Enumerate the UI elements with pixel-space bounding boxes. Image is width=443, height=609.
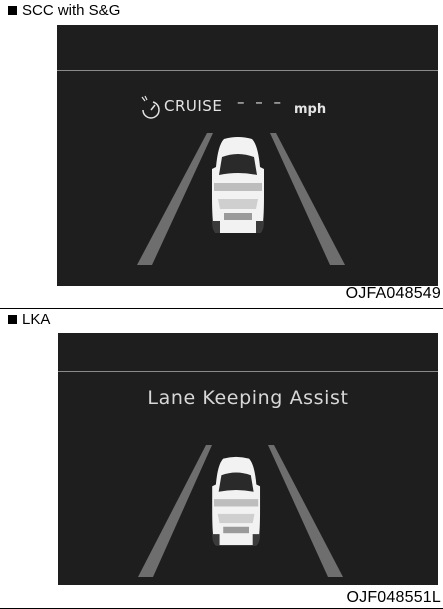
scc-caption: SCC with S&G	[8, 3, 120, 19]
scc-cluster-display: CRUISE – – – mph	[57, 25, 438, 286]
scc-panel: SCC with S&G CRUISE – – – mph OJFA048549	[0, 0, 443, 309]
left-lane-line	[138, 445, 212, 577]
caption-square-icon	[8, 6, 17, 15]
scc-title: SCC with S&G	[22, 2, 121, 19]
caption-square-icon	[8, 315, 17, 324]
right-lane-line	[268, 445, 343, 577]
vehicle-rear-icon	[212, 137, 264, 233]
lane-road-graphic	[138, 445, 343, 577]
lka-caption: LKA	[8, 312, 50, 328]
lka-cluster-display: Lane Keeping Assist	[58, 333, 438, 585]
vehicle-rear-icon	[212, 456, 261, 546]
lka-title: LKA	[22, 311, 51, 328]
right-lane-line	[270, 133, 345, 265]
left-lane-line	[137, 133, 213, 265]
scc-figure-code: OJFA048549	[345, 285, 441, 302]
lka-figure-code: OJF048551L	[346, 589, 441, 606]
lka-panel: LKA Lane Keeping Assist OJF048551L	[0, 308, 443, 609]
lane-road-graphic	[137, 133, 345, 265]
